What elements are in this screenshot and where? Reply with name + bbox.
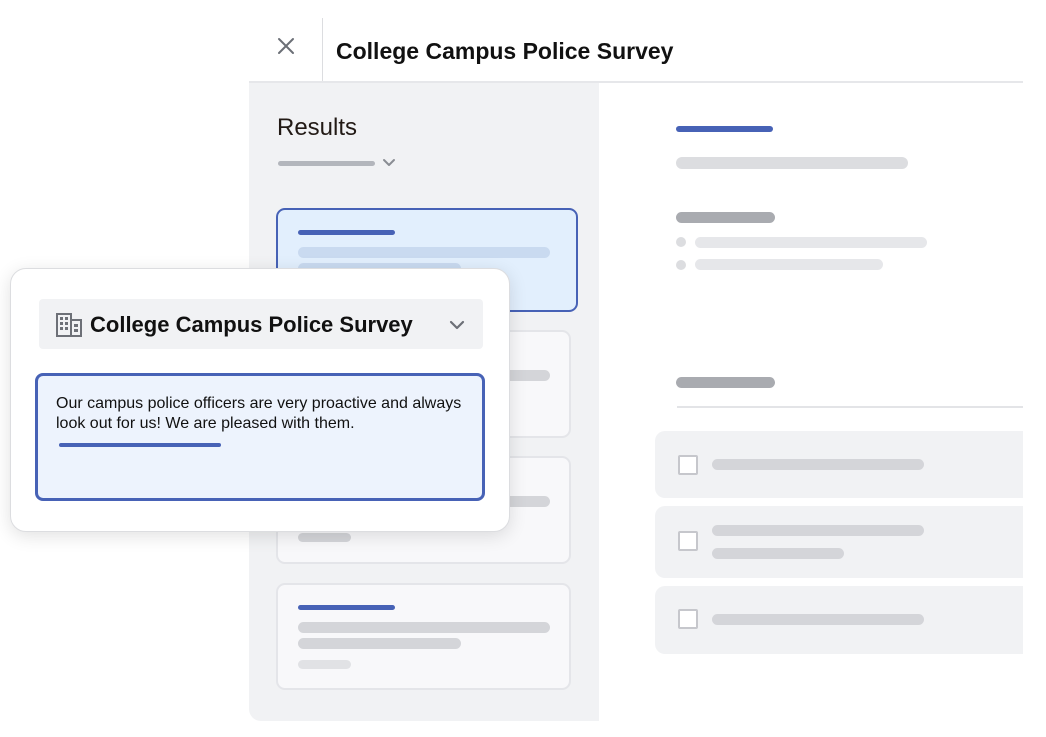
close-button[interactable] [262,28,310,68]
bullet-line [695,237,927,248]
option-label-line [712,525,924,536]
result-card[interactable] [276,583,571,690]
card-text-line [298,638,461,649]
option-label-line [712,459,924,470]
bullet-line [695,259,883,270]
option-label-line [712,614,924,625]
bullet-dot [676,260,686,270]
options-divider [677,406,1023,408]
card-text-line [298,622,550,633]
card-meta-line [298,533,351,542]
survey-selector[interactable]: College Campus Police Survey [39,299,483,349]
response-text-field[interactable]: Our campus police officers are very proa… [35,373,485,501]
card-title-line [298,230,395,235]
option-checkbox[interactable] [678,455,698,475]
card-meta-line [298,660,351,669]
option-row[interactable] [655,506,1023,578]
sort-placeholder[interactable] [278,161,375,166]
page-title: College Campus Police Survey [336,38,674,64]
option-row[interactable] [655,586,1023,654]
detail-subheading-line [676,212,775,223]
option-checkbox[interactable] [678,609,698,629]
chevron-down-icon[interactable] [380,154,398,172]
chevron-down-icon[interactable] [447,315,467,335]
close-icon [276,36,296,61]
building-icon [56,313,82,337]
options-heading-line [676,377,775,388]
card-title-line [298,605,395,610]
response-text: Our campus police officers are very proa… [56,395,462,432]
detail-accent-line [676,126,773,132]
bullet-dot [676,237,686,247]
text-underline [59,443,221,447]
detail-title-line [676,157,908,169]
results-heading: Results [277,114,358,141]
survey-response-popover: College Campus Police Survey Our campus … [10,268,510,532]
option-row[interactable] [655,431,1023,498]
survey-title: College Campus Police Survey [90,312,413,337]
card-text-line [298,247,550,258]
option-label-line [712,548,844,559]
header-divider [322,18,323,82]
option-checkbox[interactable] [678,531,698,551]
